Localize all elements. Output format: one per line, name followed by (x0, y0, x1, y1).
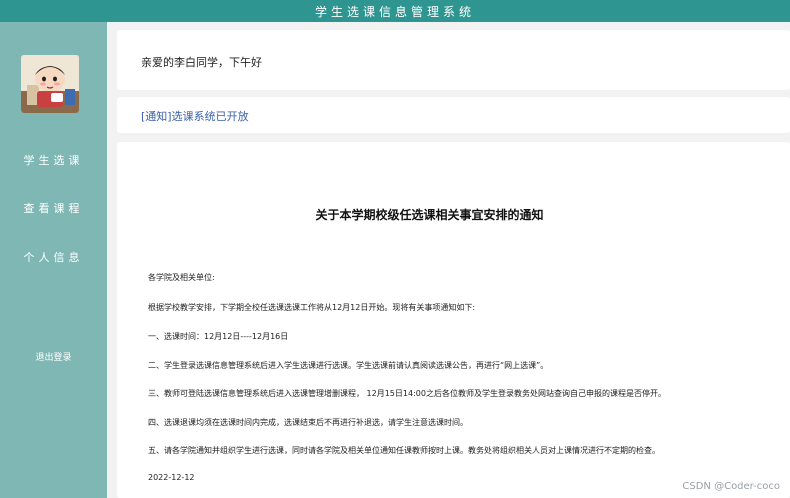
document-line: 根据学校教学安排，下学期全校任选课选课工作将从12月12日开始。现将有关事项通知… (148, 303, 476, 312)
sidebar-item-select-course[interactable]: 学生选课 (0, 152, 107, 168)
avatar-image (21, 55, 79, 113)
app-title: 学生选课信息管理系统 (314, 4, 475, 19)
logout-button[interactable]: 退出登录 (0, 350, 107, 363)
document-line: 各学院及相关单位: (148, 273, 215, 282)
sidebar-item-label: 个人信息 (23, 251, 84, 264)
document-line: 五、请各学院通知并组织学生进行选课，同时请各学院及相关单位通知任课教师按时上课。… (148, 446, 660, 455)
document-line: 一、选课时间：12月12日----12月16日 (148, 332, 289, 341)
sidebar-item-personal-info[interactable]: 个人信息 (0, 249, 107, 265)
sidebar-item-label: 查看课程 (23, 202, 84, 215)
sidebar-item-label: 学生选课 (23, 154, 84, 167)
greeting-text: 亲爱的李白同学，下午好 (141, 56, 262, 69)
document-line: 四、选课退课均须在选课时间内完成，选课结束后不再进行补退选，请学生注意选课时间。 (148, 418, 468, 427)
app-header: 学生选课信息管理系统 (0, 0, 790, 22)
watermark: CSDN @Coder-coco (682, 481, 780, 492)
document-title: 关于本学期校级任选课相关事宜安排的通知 (315, 208, 544, 222)
document-date: 2022-12-12 (148, 473, 195, 482)
notice-card: [通知]选课系统已开放 (117, 97, 790, 133)
document-line: 三、教师可登陆选课信息管理系统后进入选课管理增删课程， 12月15日14:00之… (148, 389, 666, 398)
avatar[interactable] (21, 55, 79, 113)
greeting-card: 亲爱的李白同学，下午好 (117, 30, 790, 90)
sidebar: 学生选课 查看课程 个人信息 退出登录 (0, 22, 107, 498)
notice-document: 关于本学期校级任选课相关事宜安排的通知 各学院及相关单位: 根据学校教学安排，下… (117, 142, 790, 498)
sidebar-item-view-courses[interactable]: 查看课程 (0, 200, 107, 216)
notice-link[interactable]: [通知]选课系统已开放 (141, 108, 249, 124)
document-line: 二、学生登录选课信息管理系统后进入学生选课进行选课。学生选课前请认真阅读选课公告… (148, 361, 549, 370)
